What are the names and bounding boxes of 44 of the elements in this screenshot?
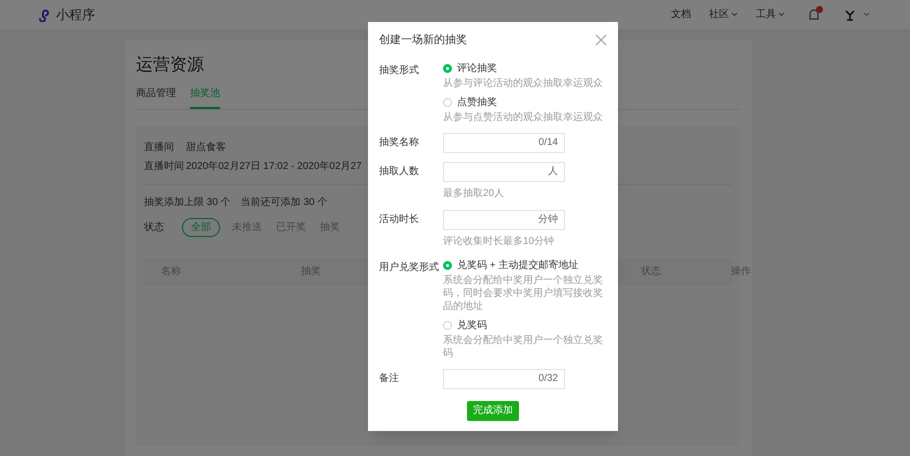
input-field[interactable]: 人 <box>443 162 565 182</box>
page-title: 运营资源 <box>136 54 204 76</box>
dialog-title: 创建一场新的抽奖 <box>379 32 467 48</box>
submit-button[interactable]: 完成添加 <box>467 400 519 420</box>
radio-label: 点赞抽奖 <box>457 96 497 110</box>
nav-link[interactable]: 工具 <box>756 7 785 22</box>
limit-text: 抽奖添加上限 30 个 <box>144 196 231 210</box>
app-title: 小程序 <box>56 6 95 24</box>
avatar-icon[interactable] <box>843 8 857 22</box>
option-description: 从参与评论活动的观众抽取幸运观众 <box>443 76 604 90</box>
field-label: 抽奖形式 <box>379 64 420 78</box>
field-hint: 评论收集时长最多10分钟 <box>443 234 556 248</box>
radio-button[interactable] <box>443 64 452 72</box>
input-field[interactable]: 分钟 <box>443 210 565 230</box>
notification-button[interactable] <box>807 8 821 22</box>
input-field[interactable]: 0/32 <box>443 368 565 388</box>
radio-label: 兑奖码 + 主动提交邮寄地址 <box>457 258 578 272</box>
field-label: 抽取人数 <box>379 164 420 178</box>
info-value: 甜点食客 <box>186 140 226 154</box>
radio-button[interactable] <box>443 98 452 106</box>
field-label: 用户兑奖形式 <box>379 260 440 274</box>
input-field[interactable]: 0/14 <box>443 132 565 152</box>
field-hint: 最多抽取20人 <box>443 186 506 200</box>
radio-button[interactable] <box>443 260 452 270</box>
close-button[interactable] <box>595 34 607 46</box>
radio-button[interactable] <box>443 320 452 330</box>
option-description: 系统会分配给中奖用户一个独立兑奖码 <box>443 334 604 360</box>
info-value: 2020年02月27日 17:02 - 2020年02月27 <box>186 160 362 174</box>
nav-link[interactable]: 社区 <box>709 7 738 22</box>
info-label: 直播时间 <box>144 160 185 174</box>
radio-label: 评论抽奖 <box>457 62 497 76</box>
limit-text: 当前还可添加 30 个 <box>240 196 328 210</box>
nav-link[interactable]: 文档 <box>671 7 691 22</box>
info-label: 直播间 <box>144 140 175 154</box>
radio-label: 兑奖码 <box>457 318 487 332</box>
option-description: 系统会分配给中奖用户一个独立兑奖码，同时会要求中奖用户填写接收奖品的地址 <box>443 274 604 312</box>
logo-icon <box>38 8 52 22</box>
tab[interactable]: 商品管理 <box>136 86 176 108</box>
filter-label: 状态 <box>144 220 165 234</box>
field-label: 活动时长 <box>379 212 420 226</box>
option-description: 从参与点赞活动的观众抽取幸运观众 <box>443 110 604 124</box>
field-label: 备注 <box>379 372 400 386</box>
field-label: 抽奖名称 <box>379 136 420 150</box>
chevron-down-icon[interactable] <box>863 12 870 17</box>
